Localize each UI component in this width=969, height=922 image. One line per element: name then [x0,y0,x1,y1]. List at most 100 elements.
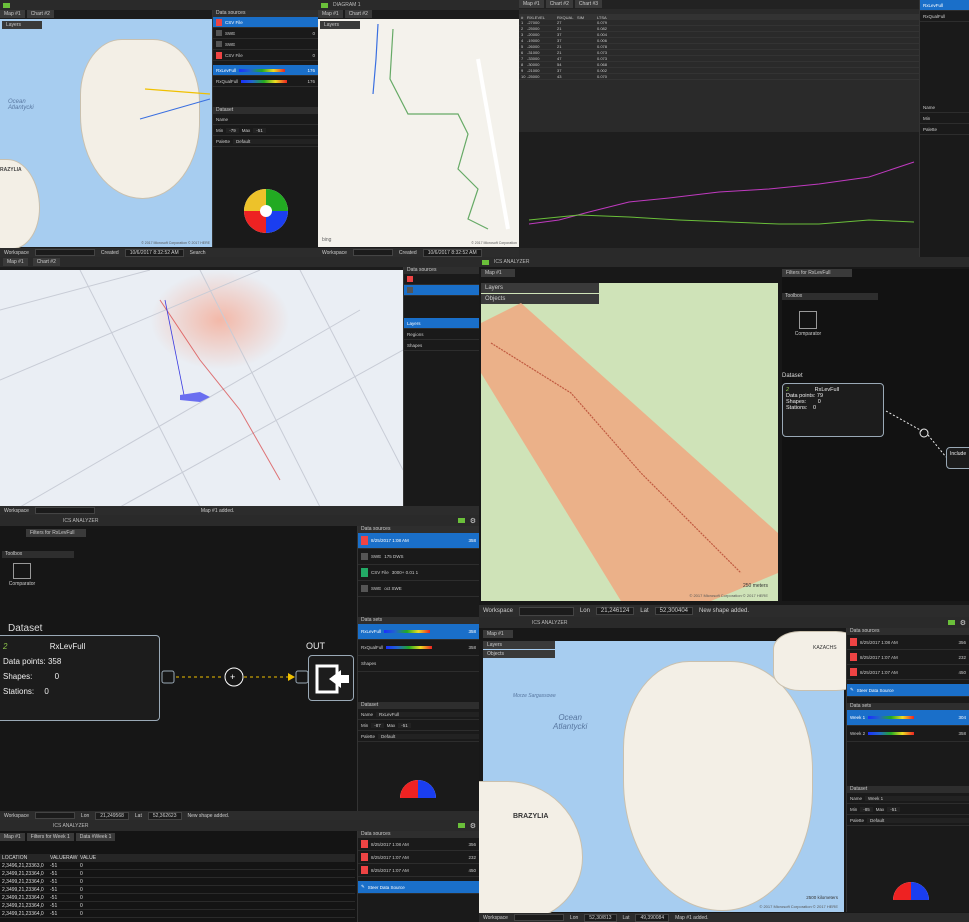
title-bar: Map #1 Chart #2 [0,257,479,267]
dataset-item[interactable]: RxQualFull 358 [358,640,479,656]
workspace-field[interactable] [513,914,564,921]
tab-data[interactable]: Data #Week 1 [75,833,116,841]
color-gradient [241,79,288,83]
copyright: © 2017 Microsoft Corporation © 2017 HERE [689,593,768,598]
tab-map-1[interactable]: Map #1 [483,630,513,638]
list-item[interactable]: CSV File 0 [213,50,318,61]
tab-map-1[interactable]: Map #1 [318,10,343,18]
data-sets-header: Data sets [847,703,969,710]
tab-filters[interactable]: Filters for RxLevFull [782,269,852,277]
tab-filters[interactable]: Filters for Week 1 [26,833,74,841]
table-row[interactable]: 2,3499,21,23364,0 -51 0 [0,894,355,902]
list-item[interactable]: 8/25/2017 1:08 AM 356 [358,838,479,851]
table-row[interactable]: 2,3499,21,23364,0 -51 0 [0,886,355,894]
workspace-field[interactable] [352,249,393,256]
list-item[interactable]: 8/25/2017 1:08 AM 356 [847,635,969,650]
tab-map-1[interactable]: Map #1 [0,10,25,18]
exit-icon [315,664,349,694]
tab-filters[interactable]: Filters for RxLevFull [26,529,86,537]
name-row: Name Week 1 [847,793,969,804]
world-map[interactable]: Layers Ocean Atlantycki RAZYLIA © 2017 M… [0,19,212,249]
tab-map-1[interactable]: Map #1 [481,269,515,277]
gear-icon[interactable]: ⚙ [960,619,966,627]
steer-data-source-button[interactable]: ✎ Steer Data Source [847,684,969,697]
list-item[interactable] [404,285,479,296]
list-item[interactable]: CSV File 3000+ 0.01 1 [358,565,479,581]
dataset-node[interactable]: 2 RxLevFull Data points: 79 Shapes: 0 St… [782,383,884,437]
workspace-field[interactable] [34,249,95,256]
out-node[interactable] [308,655,354,701]
dataset-node[interactable]: 2 RxLevFull Data points: 358 Shapes: 0 S… [0,635,160,721]
list-item[interactable]: CSV File [213,17,318,28]
grid-icon[interactable] [3,2,10,8]
shapes-item[interactable]: Shapes [358,656,479,672]
workspace-field[interactable] [34,812,75,819]
gear-icon[interactable]: ⚙ [470,822,476,830]
gear-icon[interactable]: ⚙ [470,517,476,525]
overlay-map[interactable]: Layers Objects 250 meters © 2017 Microso… [481,283,778,601]
grid-icon[interactable] [321,2,328,8]
list-item[interactable]: SWE oct SWE [358,581,479,597]
dataset-item[interactable]: RxLevFull 358 [358,624,479,640]
list-item[interactable] [404,274,479,285]
title-bar: ICS ANALYZER [479,257,969,267]
tab-chart-2[interactable]: Chart #2 [344,10,372,18]
list-item[interactable]: RxQualFull [920,11,969,22]
list-item[interactable]: 8/25/2017 1:07 AM 232 [847,650,969,665]
list-item[interactable]: 8/25/2017 1:08 AM 358 [358,533,479,549]
list-item[interactable]: 8/25/2017 1:07 AM 450 [847,665,969,680]
tab-map-1[interactable]: Map #1 [519,0,544,8]
csv-file-icon [361,568,368,577]
heat-map[interactable] [0,270,403,507]
tab-chart-2[interactable]: Chart #2 [545,0,573,8]
dataset-item[interactable]: RxQualFull 176 [213,76,318,87]
name-row: Name RxLevFull [358,709,479,720]
line-chart [528,161,915,225]
layer-item[interactable]: Layers [404,318,479,329]
copyright: © 2017 Microsoft Corporation © 2017 HERE [141,241,210,245]
table-row[interactable]: 2,3496,21,23363,0 -51 0 [0,862,355,870]
street-map[interactable]: Layers bing © 2017 Microsoft Corporation [318,19,519,247]
include-node[interactable]: Include [946,447,969,469]
tab-chart-2[interactable]: Chart #2 [26,10,54,18]
data-sources-header: Data sources [213,10,318,17]
table-row[interactable]: 2,3499,21,23364,0 -51 0 [0,878,355,886]
data-sources-header: Data sources [358,831,479,838]
dataset-item[interactable]: RxLevFull 176 [213,65,318,76]
table-row[interactable]: 2,3499,21,23364,0 -51 0 [0,870,355,878]
grid-icon[interactable] [947,620,955,625]
layer-item[interactable]: Shapes [404,340,479,351]
table-row[interactable]: 2,3499,21,23364,0 -51 0 [0,910,355,918]
sidebar-right: Data sources CSV File SWE 0 SWE CSV File 0… [212,10,318,247]
list-item[interactable]: 8/25/2017 1:07 AM 450 [358,864,479,877]
table-row[interactable]: 2,3499,21,23364,0 -51 0 [0,902,355,910]
table-row[interactable]: 10 -25000 43 0.070 [519,74,919,80]
list-item[interactable]: 8/25/2017 1:07 AM 232 [358,851,479,864]
list-item[interactable]: RxLevFull [920,0,969,11]
list-item[interactable]: SWE [213,39,318,50]
dataset-item[interactable]: Week 1 304 [847,710,969,726]
grid-icon[interactable] [457,518,465,523]
layers-toggle[interactable]: Layers [483,641,555,649]
grid-icon[interactable] [482,259,489,265]
workspace-field[interactable] [518,606,574,616]
steer-data-source-button[interactable]: ✎ Steer Data Source [358,881,479,894]
workspace-field[interactable] [34,507,95,514]
tab-chart-2[interactable]: Chart #2 [32,258,60,266]
comparator-tool[interactable]: Comparator [2,563,42,587]
africa-land [623,661,813,911]
tab-chart-3[interactable]: Chart #3 [574,0,603,8]
layer-item[interactable]: Regions [404,329,479,340]
world-map[interactable]: Layers Objects Ocean Atlantycki Morze Sa… [479,631,863,921]
color-gradient [868,732,915,735]
min-max-row: Min -87 Max -51 [358,720,479,731]
tab-map-1[interactable]: Map #1 [3,258,28,266]
dataset-item[interactable]: Week 2 358 [847,726,969,742]
list-item[interactable]: SWE 175 DWS [358,549,479,565]
list-item[interactable]: SWE 0 [213,28,318,39]
data-table: # RXLEVEL RXQUAL SIM LTSA 1 -27000 27 0.079 2 -25… [519,14,919,80]
grid-icon[interactable] [457,823,465,828]
objects-toggle[interactable]: Objects [483,650,555,658]
tab-map-1[interactable]: Map #1 [0,833,25,841]
comparator-tool[interactable]: Comparator [788,311,828,337]
